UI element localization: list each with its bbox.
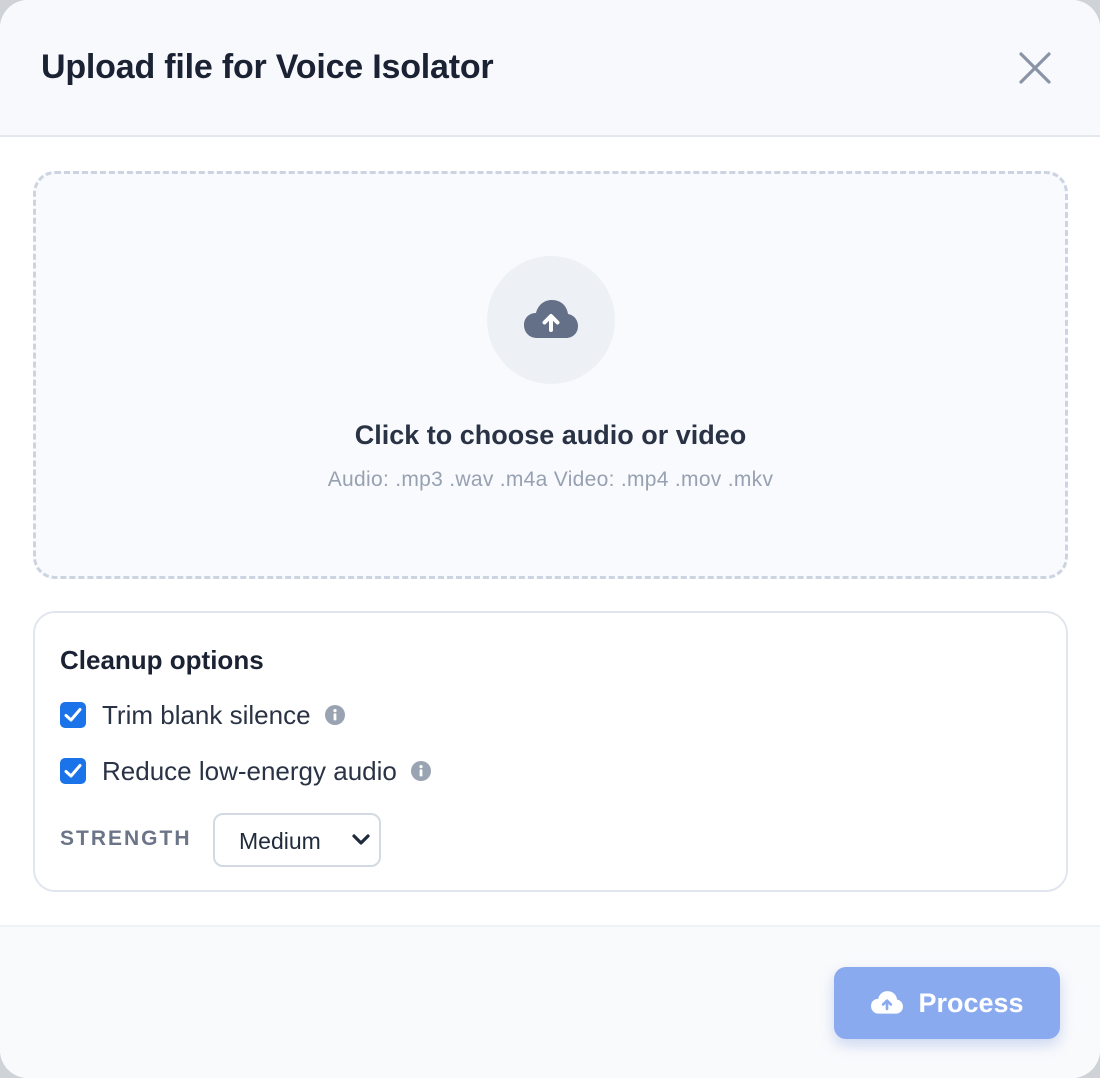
option-reduce-low-energy: Reduce low-energy audio bbox=[60, 756, 431, 786]
cleanup-options-card: Cleanup options Trim blank silence Reduc… bbox=[33, 611, 1068, 892]
reduce-low-energy-checkbox[interactable] bbox=[60, 758, 86, 784]
cloud-upload-icon bbox=[524, 300, 578, 338]
file-dropzone[interactable]: Click to choose audio or video Audio: .m… bbox=[33, 171, 1068, 579]
info-icon[interactable] bbox=[324, 705, 345, 725]
close-button[interactable] bbox=[1010, 43, 1060, 93]
modal-title: Upload file for Voice Isolator bbox=[41, 48, 494, 86]
process-button[interactable]: Process bbox=[834, 967, 1060, 1039]
info-icon[interactable] bbox=[410, 761, 431, 781]
strength-select-value: Medium bbox=[239, 828, 321, 854]
trim-silence-checkbox[interactable] bbox=[60, 702, 86, 728]
cloud-upload-icon bbox=[871, 991, 904, 1014]
checkmark-icon bbox=[64, 708, 82, 722]
process-button-label: Process bbox=[918, 987, 1024, 1018]
options-title: Cleanup options bbox=[60, 645, 264, 675]
upload-icon-circle bbox=[487, 256, 615, 384]
strength-label: STRENGTH bbox=[60, 827, 192, 850]
strength-select[interactable]: Medium bbox=[213, 813, 381, 867]
reduce-low-energy-label: Reduce low-energy audio bbox=[102, 755, 397, 786]
chevron-down-icon bbox=[352, 834, 370, 845]
dropzone-title: Click to choose audio or video bbox=[354, 420, 747, 450]
upload-modal: Upload file for Voice Isolator Click to … bbox=[0, 0, 1100, 1078]
checkmark-icon bbox=[64, 764, 82, 778]
modal-header: Upload file for Voice Isolator bbox=[0, 0, 1100, 137]
close-icon bbox=[1019, 52, 1051, 84]
dropzone-formats: Audio: .mp3 .wav .m4a Video: .mp4 .mov .… bbox=[327, 468, 774, 491]
option-trim-silence: Trim blank silence bbox=[60, 700, 345, 730]
trim-silence-label: Trim blank silence bbox=[102, 699, 311, 730]
